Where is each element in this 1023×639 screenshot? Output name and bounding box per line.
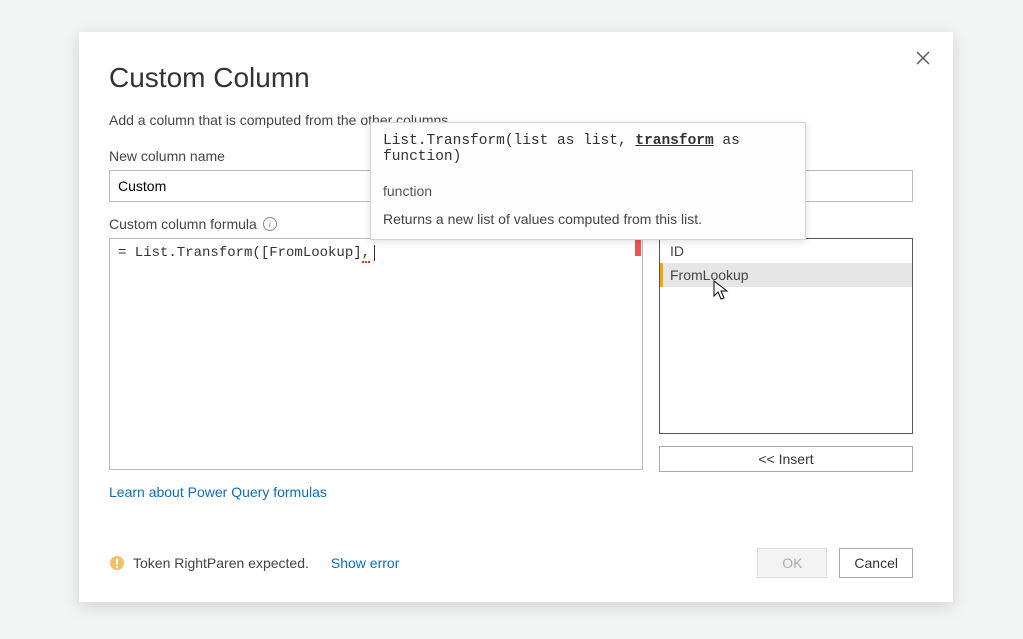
- status-text: Token RightParen expected.: [133, 555, 309, 571]
- formula-editor[interactable]: = List.Transform([FromLookup],: [109, 238, 643, 470]
- cancel-button[interactable]: Cancel: [839, 548, 913, 578]
- intellisense-tooltip: List.Transform(list as list, transform a…: [370, 122, 806, 240]
- close-button[interactable]: [911, 46, 935, 70]
- column-item[interactable]: ID: [660, 239, 912, 263]
- tooltip-signature: List.Transform(list as list, transform a…: [383, 133, 793, 165]
- learn-formulas-link[interactable]: Learn about Power Query formulas: [109, 484, 327, 500]
- info-icon[interactable]: i: [263, 217, 277, 231]
- show-error-link[interactable]: Show error: [331, 555, 399, 571]
- tooltip-description: Returns a new list of values computed fr…: [383, 211, 793, 227]
- available-columns-list[interactable]: IDFromLookup: [659, 238, 913, 434]
- status-area: Token RightParen expected. Show error: [109, 555, 399, 571]
- ok-button[interactable]: OK: [757, 548, 827, 578]
- insert-button[interactable]: << Insert: [659, 446, 913, 472]
- close-icon: [915, 50, 931, 66]
- column-item[interactable]: FromLookup: [660, 263, 912, 287]
- dialog-footer: Token RightParen expected. Show error OK…: [109, 548, 913, 578]
- tooltip-kind: function: [383, 183, 793, 199]
- error-marker: [635, 240, 641, 256]
- formula-text: = List.Transform([FromLookup],: [118, 245, 375, 261]
- formula-label-text: Custom column formula: [109, 216, 257, 232]
- custom-column-dialog: Custom Column Add a column that is compu…: [79, 32, 953, 602]
- dialog-title: Custom Column: [109, 62, 913, 94]
- warning-icon: [109, 555, 125, 571]
